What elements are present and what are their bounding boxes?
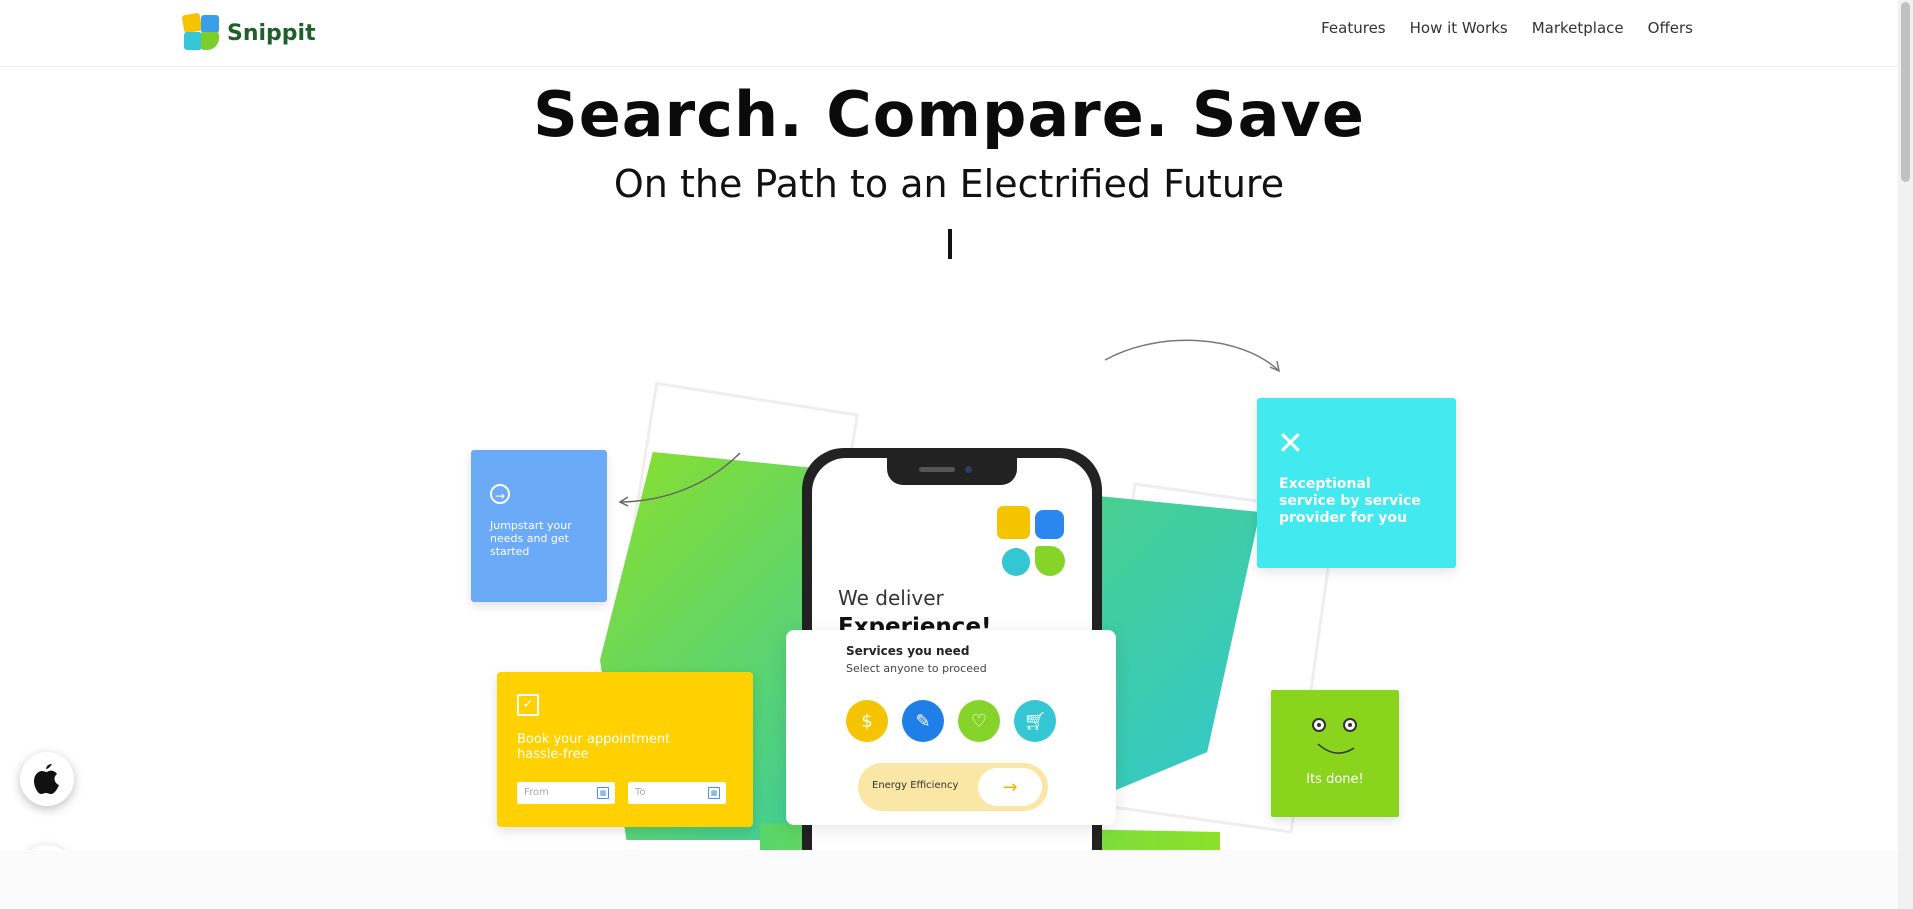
app-tile-cyan	[1002, 548, 1030, 576]
smile-icon	[1317, 743, 1355, 754]
app-tile-yellow	[997, 506, 1030, 539]
arrow-right-icon[interactable]: →	[978, 768, 1042, 806]
services-title: Services you need	[846, 644, 970, 658]
done-text: Its done!	[1306, 772, 1364, 787]
calendar-icon[interactable]: ▦	[708, 787, 720, 799]
appointment-card: ✓ Book your appointment hassle-free From…	[497, 672, 753, 827]
done-card: Its done!	[1271, 690, 1399, 817]
nav-how-it-works[interactable]: How it Works	[1410, 19, 1508, 37]
top-navbar: Snippit Features How it Works Marketplac…	[0, 0, 1898, 67]
brand-name: Snippit	[227, 20, 316, 46]
main-nav: Features How it Works Marketplace Offers	[1321, 19, 1693, 37]
services-card: Services you need Select anyone to proce…	[786, 630, 1116, 825]
calendar-icon[interactable]: ▦	[597, 787, 609, 799]
next-section-edge	[0, 850, 1898, 909]
notch-speaker	[919, 467, 955, 472]
brand-logo[interactable]: Snippit	[181, 12, 316, 52]
service-text: Exceptional service by service provider …	[1279, 476, 1421, 526]
login-arrow-icon: →	[490, 484, 510, 504]
from-placeholder: From	[524, 787, 549, 798]
notch-camera	[965, 466, 972, 473]
energy-efficiency-pill[interactable]: Energy Efficiency →	[858, 763, 1048, 811]
hero-subtitle: On the Path to an Electrified Future	[613, 162, 1285, 206]
app-store-button[interactable]	[20, 752, 74, 806]
nav-features[interactable]: Features	[1321, 19, 1386, 37]
curved-arrow-left-icon	[618, 452, 741, 507]
app-tile-green	[1035, 546, 1065, 576]
to-date-field[interactable]: To ▦	[628, 782, 726, 804]
tools-cross-icon: ✕	[1277, 424, 1304, 462]
left-eye	[1312, 718, 1326, 732]
scrollbar-thumb[interactable]	[1901, 2, 1910, 182]
phone-line-1: We deliver	[838, 586, 944, 610]
right-eye	[1343, 718, 1357, 732]
curved-arrow-right-icon	[1104, 339, 1281, 373]
energy-efficiency-label: Energy Efficiency	[872, 780, 959, 791]
savings-icon[interactable]: $	[846, 700, 888, 742]
apple-icon	[34, 764, 59, 794]
to-placeholder: To	[635, 787, 646, 798]
typing-cursor	[948, 229, 952, 259]
service-card: ✕ Exceptional service by service provide…	[1257, 398, 1456, 568]
nav-marketplace[interactable]: Marketplace	[1532, 19, 1624, 37]
app-tile-blue	[1035, 510, 1064, 539]
from-date-field[interactable]: From ▦	[517, 782, 615, 804]
snippit-logo-icon	[181, 12, 221, 52]
appointment-text: Book your appointment hassle-free	[517, 732, 671, 762]
cart-icon[interactable]: 🛒︎	[1014, 700, 1056, 742]
phone-notch	[887, 458, 1017, 485]
calendar-check-icon: ✓	[517, 694, 539, 716]
nav-offers[interactable]: Offers	[1648, 19, 1693, 37]
services-subtitle: Select anyone to proceed	[846, 662, 987, 675]
health-icon[interactable]: ♡	[958, 700, 1000, 742]
tools-icon[interactable]: ✎	[902, 700, 944, 742]
jumpstart-card: → Jumpstart your needs and get started	[471, 450, 607, 602]
page-scrollbar[interactable]	[1898, 0, 1913, 909]
jumpstart-text: Jumpstart your needs and get started	[490, 519, 572, 558]
hero-title: Search. Compare. Save	[533, 78, 1365, 151]
